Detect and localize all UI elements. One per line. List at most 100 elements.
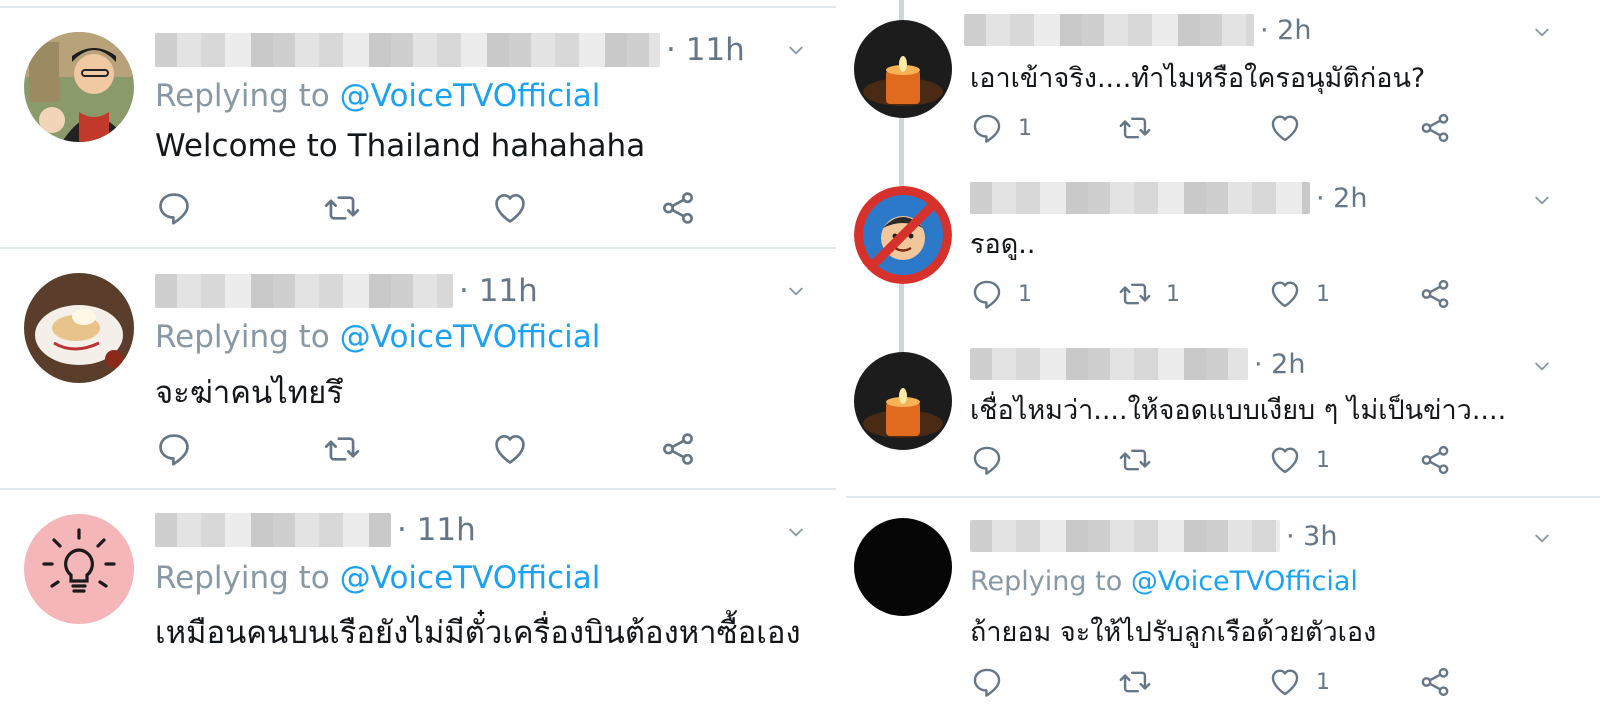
column-gap	[836, 0, 846, 721]
avatar[interactable]	[854, 186, 952, 284]
share-icon	[1418, 277, 1452, 311]
like-count: 1	[1316, 669, 1330, 695]
chevron-down-icon[interactable]	[1532, 190, 1552, 210]
avatar[interactable]	[24, 273, 134, 383]
share-button[interactable]	[1418, 276, 1452, 312]
tweet-text: เหมือนคนบนเรือยังไม่มีตั๋วเครื่องบินต้อง…	[155, 615, 801, 651]
retweet-icon	[1118, 111, 1152, 145]
replying-label: Replying to	[155, 319, 330, 355]
like-icon	[491, 189, 529, 227]
tweet-text: Welcome to Thailand hahahaha	[155, 128, 646, 164]
reply-count: 1	[1018, 115, 1032, 141]
reply-icon	[970, 443, 1004, 477]
timestamp: · 11h	[666, 32, 745, 68]
tweet-actions: 1	[970, 442, 1450, 478]
left-reply-column: · 11h Replying to @VoiceTVOfficial Welco…	[0, 0, 836, 721]
share-button[interactable]	[1418, 442, 1452, 478]
tweet[interactable]: · 11h Replying to @VoiceTVOfficial จะฆ่า…	[0, 249, 836, 489]
replying-handle-link[interactable]: @VoiceTVOfficial	[340, 560, 601, 596]
reply-icon	[155, 189, 193, 227]
reply-icon	[155, 430, 193, 468]
timestamp: · 2h	[1316, 182, 1368, 214]
avatar[interactable]	[854, 20, 952, 118]
like-button[interactable]: 1	[1268, 276, 1330, 312]
chevron-down-icon[interactable]	[786, 40, 806, 60]
tweet-actions: 1	[970, 110, 1450, 146]
retweet-button[interactable]	[323, 190, 361, 226]
reply-button[interactable]	[970, 442, 1004, 478]
like-count: 1	[1316, 447, 1330, 473]
reply-button[interactable]: 1	[970, 276, 1032, 312]
retweet-button[interactable]	[323, 431, 361, 467]
tweet-actions	[155, 431, 715, 467]
retweet-icon	[1118, 277, 1152, 311]
chevron-down-icon[interactable]	[1532, 528, 1552, 548]
retweet-icon	[1118, 443, 1152, 477]
chevron-down-icon[interactable]	[786, 281, 806, 301]
share-icon	[659, 430, 697, 468]
author-row: · 3h	[970, 520, 1337, 552]
retweet-icon	[323, 430, 361, 468]
share-icon	[1418, 665, 1452, 699]
tweet[interactable]: · 11h Replying to @VoiceTVOfficial Welco…	[0, 8, 836, 248]
share-button[interactable]	[659, 431, 697, 467]
reply-button[interactable]	[155, 190, 193, 226]
replying-label: Replying to	[970, 566, 1123, 597]
author-row: · 11h	[155, 32, 745, 68]
replying-handle-link[interactable]: @VoiceTVOfficial	[1131, 566, 1358, 597]
like-icon	[1268, 665, 1302, 699]
reply-count: 1	[1018, 281, 1032, 307]
redacted-username	[970, 348, 1248, 380]
like-icon	[1268, 277, 1302, 311]
retweet-button[interactable]	[1118, 442, 1152, 478]
tweet-text: เชื่อไหมว่า....ให้จอดแบบเงียบ ๆ ไม่เป็นข…	[970, 395, 1507, 426]
tweet[interactable]: · 11h Replying to @VoiceTVOfficial เหมือ…	[0, 490, 836, 721]
share-icon	[1418, 443, 1452, 477]
reply-icon	[970, 277, 1004, 311]
avatar[interactable]	[854, 518, 952, 616]
chevron-down-icon[interactable]	[786, 522, 806, 542]
avatar[interactable]	[24, 32, 134, 142]
tweet[interactable]: · 2h รอดู.. 1 1 1	[846, 166, 1600, 332]
timestamp: · 2h	[1260, 14, 1312, 46]
replying-label: Replying to	[155, 560, 330, 596]
replying-to: Replying to @VoiceTVOfficial	[155, 560, 600, 596]
redacted-username	[970, 182, 1310, 214]
author-row: · 2h	[964, 14, 1311, 46]
tweet-actions: 1	[970, 664, 1450, 700]
share-button[interactable]	[1418, 110, 1452, 146]
tweet[interactable]: · 2h เอาเข้าจริง....ทำไมหรือใครอนุมัติก่…	[846, 0, 1600, 165]
tweet-text: เอาเข้าจริง....ทำไมหรือใครอนุมัติก่อน?	[970, 63, 1426, 94]
replying-handle-link[interactable]: @VoiceTVOfficial	[340, 78, 601, 114]
author-row: · 2h	[970, 348, 1305, 380]
reply-icon	[970, 111, 1004, 145]
like-button[interactable]: 1	[1268, 442, 1330, 478]
tweet-actions	[155, 190, 715, 226]
like-button[interactable]: 1	[1268, 664, 1330, 700]
redacted-username	[155, 33, 660, 67]
retweet-icon	[1118, 665, 1152, 699]
retweet-button[interactable]: 1	[1118, 276, 1180, 312]
retweet-button[interactable]	[1118, 110, 1152, 146]
like-button[interactable]	[491, 190, 529, 226]
tweet-text: รอดู..	[970, 229, 1036, 260]
like-button[interactable]	[1268, 110, 1302, 146]
like-count: 1	[1316, 281, 1330, 307]
reply-button[interactable]	[970, 664, 1004, 700]
tweet[interactable]: · 3h Replying to @VoiceTVOfficial ถ้ายอม…	[846, 498, 1600, 721]
reply-button[interactable]: 1	[970, 110, 1032, 146]
replying-handle-link[interactable]: @VoiceTVOfficial	[340, 319, 601, 355]
tweet[interactable]: · 2h เชื่อไหมว่า....ให้จอดแบบเงียบ ๆ ไม่…	[846, 332, 1600, 498]
like-button[interactable]	[491, 431, 529, 467]
reply-button[interactable]	[155, 431, 193, 467]
chevron-down-icon[interactable]	[1532, 22, 1552, 42]
avatar[interactable]	[24, 514, 134, 624]
redacted-username	[970, 520, 1280, 552]
replying-to: Replying to @VoiceTVOfficial	[155, 319, 600, 355]
avatar[interactable]	[854, 352, 952, 450]
share-button[interactable]	[659, 190, 697, 226]
retweet-button[interactable]	[1118, 664, 1152, 700]
author-row: · 11h	[155, 512, 476, 548]
share-button[interactable]	[1418, 664, 1452, 700]
chevron-down-icon[interactable]	[1532, 356, 1552, 376]
